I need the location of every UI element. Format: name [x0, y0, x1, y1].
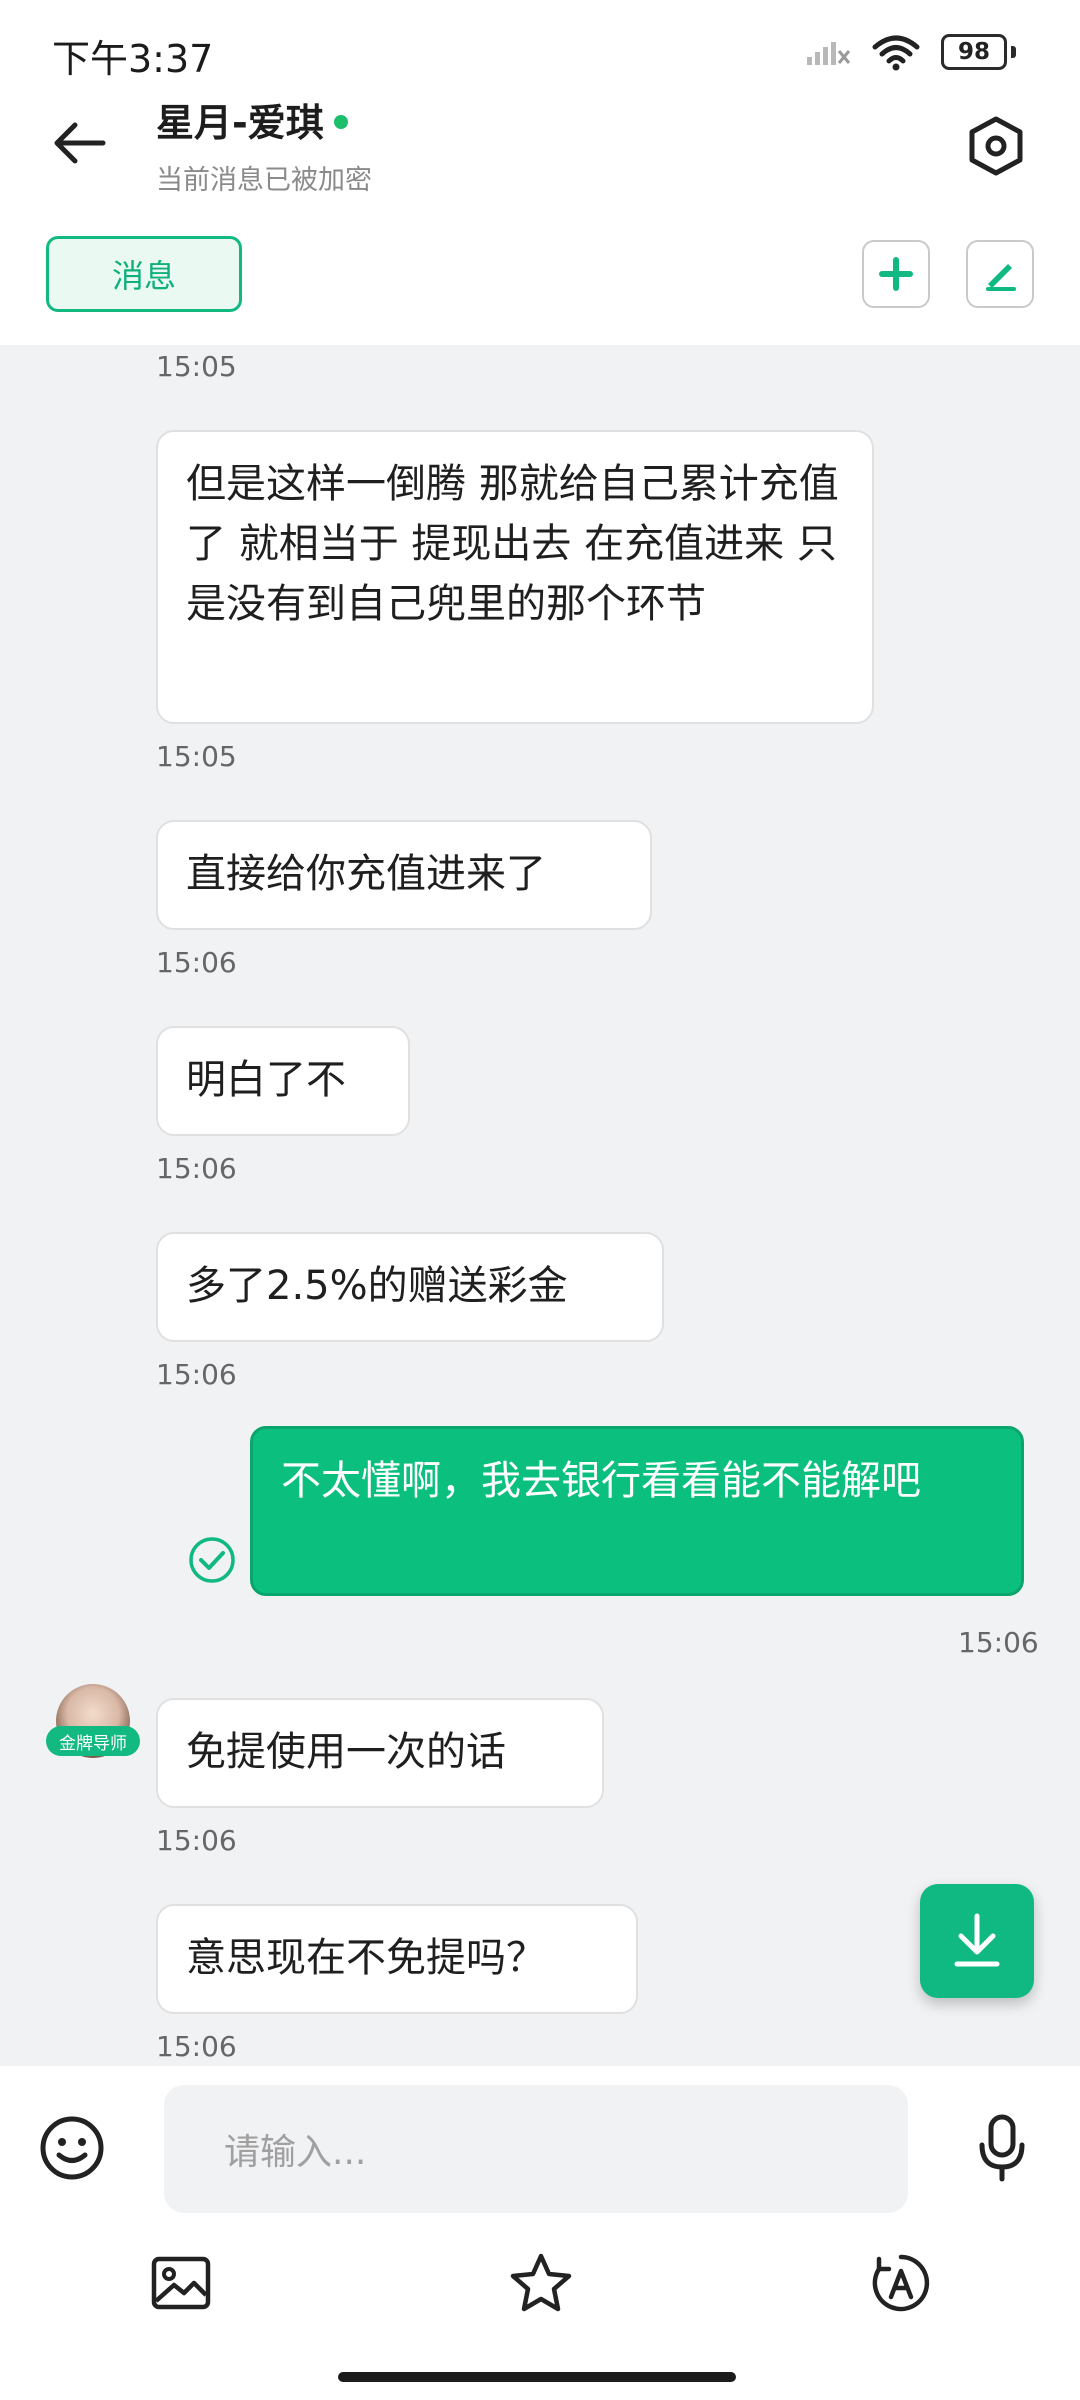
message-bubble[interactable]: 多了2.5%的赠送彩金: [156, 1232, 664, 1342]
message-time: 15:06: [156, 1358, 237, 1391]
status-time: 下午3:37: [52, 37, 214, 81]
delivered-check: [188, 1536, 236, 1584]
pen-icon: [986, 264, 1016, 291]
add-button[interactable]: [862, 240, 930, 308]
back-button[interactable]: [44, 108, 114, 178]
emoji-button[interactable]: [34, 2110, 110, 2186]
favorite-button[interactable]: [506, 2248, 576, 2318]
arrow-left-icon: [54, 122, 106, 164]
message-time: 15:06: [156, 946, 237, 979]
message-time: 15:06: [958, 1626, 1039, 1659]
download-arrow-icon: [954, 1913, 1000, 1967]
voice-button[interactable]: [964, 2108, 1040, 2188]
translate-icon: [872, 2254, 930, 2312]
message-bubble[interactable]: 明白了不: [156, 1026, 410, 1136]
my-message-bubble[interactable]: 不太懂啊，我去银行看看能不能解吧: [250, 1426, 1024, 1596]
message-time: 15:05: [156, 350, 237, 383]
edit-button[interactable]: [966, 240, 1034, 308]
battery-indicator: 98: [941, 34, 1007, 70]
tab-messages[interactable]: 消息: [46, 236, 242, 312]
message-time: 15:06: [156, 1152, 237, 1185]
online-status-dot: [333, 114, 348, 129]
wifi-icon: [872, 35, 920, 71]
encryption-notice: 当前消息已被加密: [156, 165, 372, 196]
check-circle-icon: [189, 1537, 235, 1583]
smiley-icon: [40, 2116, 104, 2180]
message-bubble[interactable]: 直接给你充值进来了: [156, 820, 652, 930]
message-bubble[interactable]: 但是这样一倒腾 那就给自己累计充值了 就相当于 提现出去 在充值进来 只是没有到…: [156, 430, 874, 724]
home-indicator[interactable]: [338, 2372, 736, 2382]
hexagon-settings-icon: [969, 116, 1023, 176]
star-icon: [510, 2253, 572, 2312]
message-input[interactable]: 请输入...: [164, 2085, 908, 2213]
message-bubble[interactable]: 意思现在不免提吗？: [156, 1904, 638, 2014]
plus-icon: [879, 257, 913, 291]
message-time: 15:06: [156, 2030, 237, 2063]
message-time: 15:05: [156, 740, 237, 773]
chat-title: 星月-爱琪: [156, 92, 348, 147]
contact-name: 星月-爱琪: [156, 101, 324, 145]
image-button[interactable]: [146, 2248, 216, 2318]
settings-button[interactable]: [958, 108, 1034, 184]
image-icon: [151, 2256, 211, 2310]
message-time: 15:06: [156, 1824, 237, 1857]
battery-nub: [1011, 46, 1016, 58]
avatar-badge: 金牌导师: [46, 1726, 140, 1756]
status-icons: 98: [805, 32, 1016, 72]
message-bubble[interactable]: 免提使用一次的话: [156, 1698, 604, 1808]
microphone-icon: [979, 2114, 1025, 2182]
translate-button[interactable]: [866, 2248, 936, 2318]
scroll-to-bottom-button[interactable]: [920, 1884, 1034, 1998]
signal-icon: [807, 42, 851, 65]
